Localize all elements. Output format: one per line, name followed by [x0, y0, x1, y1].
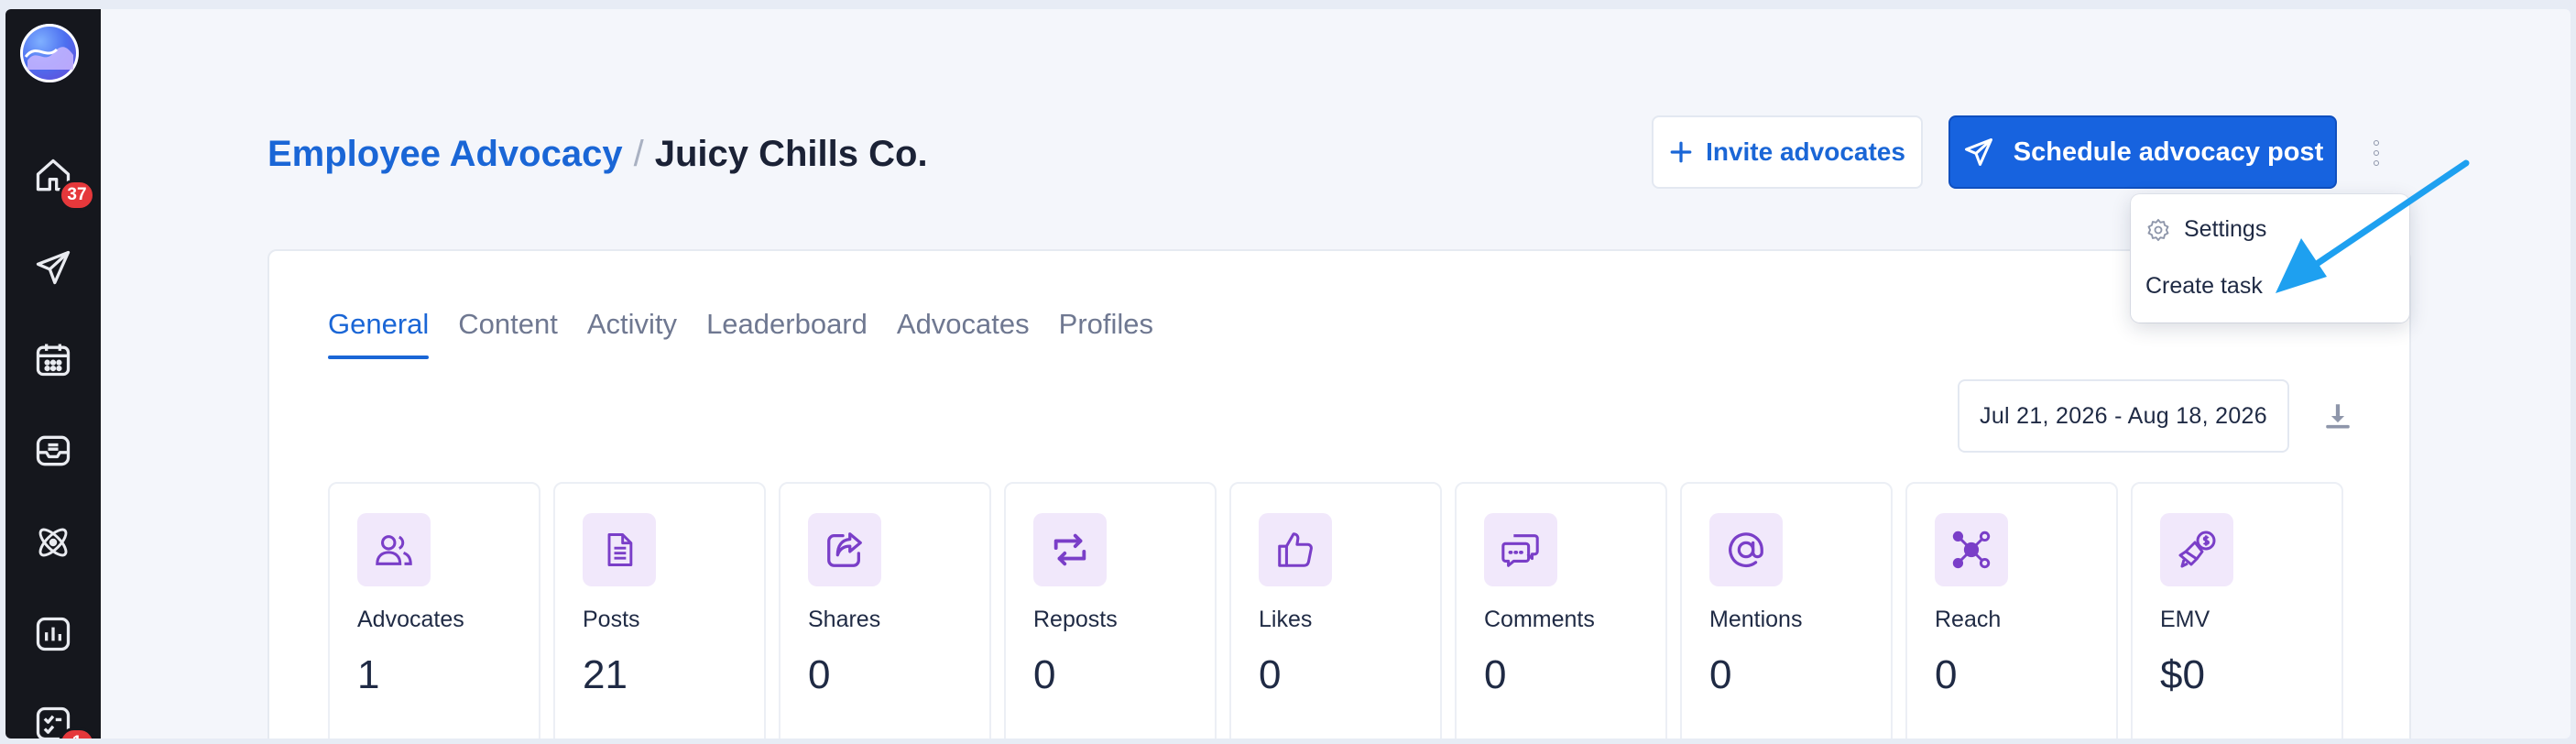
- tab-leaderboard[interactable]: Leaderboard: [706, 308, 868, 359]
- date-range-picker[interactable]: Jul 21, 2026 - Aug 18, 2026: [1958, 379, 2289, 453]
- stat-card-advocates: Advocates 1: [328, 482, 540, 739]
- stat-value: 0: [808, 652, 831, 697]
- stat-label: Mentions: [1709, 607, 1803, 632]
- notification-badge: 37: [59, 180, 95, 211]
- stat-icon-box: [357, 513, 431, 586]
- plus-icon: [1670, 141, 1692, 163]
- comments-icon: [1501, 534, 1539, 567]
- invite-advocates-label: Invite advocates: [1706, 137, 1905, 166]
- schedule-advocacy-post-label: Schedule advocacy post: [2013, 137, 2324, 167]
- dot-icon: [2374, 140, 2379, 146]
- stat-icon-box: [1259, 513, 1332, 586]
- app-window: 37 1 Employee Advocacy / Juicy Chills Co…: [5, 9, 2571, 739]
- menu-item-label: Create task: [2145, 273, 2263, 299]
- stat-card-reposts: Reposts 0: [1004, 482, 1217, 739]
- stat-value: 0: [1484, 652, 1507, 697]
- stat-label: Comments: [1484, 607, 1595, 632]
- more-options-button[interactable]: [2363, 132, 2390, 174]
- tab-profiles[interactable]: Profiles: [1059, 308, 1153, 359]
- gear-icon: [2147, 218, 2169, 241]
- stat-label: Likes: [1259, 607, 1313, 632]
- paper-plane-icon: [1964, 138, 1992, 166]
- dot-icon: [2374, 150, 2379, 156]
- sidebar-item-publish[interactable]: [24, 238, 82, 297]
- stat-value: 0: [1033, 652, 1056, 697]
- network-icon: [1952, 531, 1991, 569]
- megaphone-dollar-icon: [2178, 531, 2216, 568]
- stat-icon-box: [1484, 513, 1557, 586]
- more-options-menu: Settings Create task: [2131, 194, 2409, 323]
- stat-value: 0: [1259, 652, 1282, 697]
- analytics-icon: [36, 617, 71, 651]
- thumbs-up-icon: [1278, 532, 1313, 567]
- stat-label: Posts: [583, 607, 640, 632]
- stat-icon-box: [2160, 513, 2233, 586]
- stat-value: 21: [583, 652, 628, 697]
- tab-content[interactable]: Content: [458, 308, 558, 359]
- stat-card-emv: EMV $0: [2131, 482, 2343, 739]
- atom-icon: [38, 528, 68, 557]
- invite-advocates-button[interactable]: Invite advocates: [1652, 115, 1923, 189]
- sidebar-item-inbox[interactable]: [24, 421, 82, 480]
- paper-plane-icon: [36, 250, 71, 285]
- stat-icon-box: [1033, 513, 1107, 586]
- menu-item-create-task[interactable]: Create task: [2145, 273, 2263, 300]
- calendar-icon: [36, 344, 71, 377]
- stat-card-mentions: Mentions 0: [1680, 482, 1893, 739]
- at-icon: [1729, 532, 1763, 567]
- stat-label: Reposts: [1033, 607, 1118, 632]
- sidebar: 37 1: [5, 9, 101, 739]
- stat-icon-box: [583, 513, 656, 586]
- app-logo[interactable]: [20, 24, 79, 82]
- stat-icon-box: [1935, 513, 2008, 586]
- stat-card-likes: Likes 0: [1229, 482, 1442, 739]
- page-title: Juicy Chills Co.: [654, 134, 928, 174]
- stat-card-shares: Shares 0: [779, 482, 991, 739]
- stat-label: Shares: [808, 607, 881, 632]
- stat-label: Reach: [1935, 607, 2002, 632]
- tab-advocates[interactable]: Advocates: [897, 308, 1030, 359]
- breadcrumb-link[interactable]: Employee Advocacy: [267, 134, 623, 175]
- stat-icon-box: [808, 513, 881, 586]
- sidebar-item-tasks[interactable]: 1: [24, 695, 95, 739]
- sidebar-item-integrations[interactable]: [24, 513, 82, 572]
- dot-icon: [2374, 160, 2379, 166]
- download-icon: [2326, 404, 2350, 429]
- sidebar-item-home[interactable]: 37: [24, 147, 95, 211]
- inbox-icon: [36, 435, 71, 466]
- stat-value: 0: [1709, 652, 1732, 697]
- dashboard-card: General Content Activity Leaderboard Adv…: [267, 249, 2411, 739]
- share-icon: [827, 532, 862, 567]
- repost-icon: [1053, 533, 1086, 566]
- breadcrumb: Employee Advocacy / Juicy Chills Co.: [267, 134, 928, 175]
- document-icon: [607, 533, 633, 566]
- tab-general[interactable]: General: [328, 308, 430, 359]
- stat-label: Advocates: [357, 607, 464, 632]
- stat-card-comments: Comments 0: [1455, 482, 1667, 739]
- tab-activity[interactable]: Activity: [587, 308, 677, 359]
- sidebar-item-analytics[interactable]: [24, 605, 82, 663]
- stat-label: EMV: [2160, 607, 2210, 632]
- download-button[interactable]: [2314, 390, 2362, 442]
- stat-icon-box: [1709, 513, 1783, 586]
- stat-value: 0: [1935, 652, 1958, 697]
- tab-bar: General Content Activity Leaderboard Adv…: [328, 308, 1153, 359]
- sidebar-item-calendar[interactable]: [24, 330, 82, 388]
- users-icon: [376, 535, 412, 565]
- stat-card-posts: Posts 21: [553, 482, 766, 739]
- stat-value: $0: [2160, 652, 2205, 697]
- schedule-advocacy-post-button[interactable]: Schedule advocacy post: [1948, 115, 2337, 189]
- stat-value: 1: [357, 652, 380, 697]
- menu-item-label: Settings: [2184, 216, 2267, 242]
- menu-item-settings[interactable]: Settings: [2145, 216, 2266, 243]
- stat-card-reach: Reach 0: [1905, 482, 2118, 739]
- breadcrumb-separator: /: [633, 134, 644, 174]
